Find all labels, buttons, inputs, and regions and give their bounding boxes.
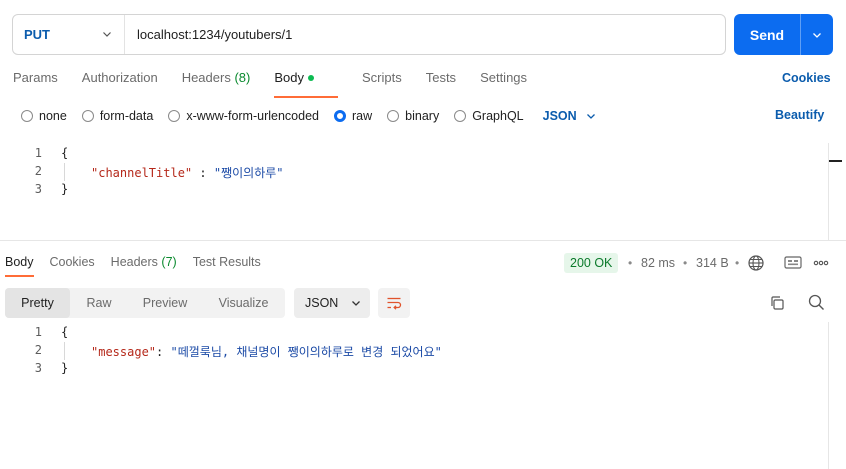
status-badge[interactable]: 200 OK	[564, 253, 619, 273]
radio-binary-label: binary	[405, 109, 440, 123]
response-format-label: JSON	[305, 296, 339, 310]
send-options-button[interactable]	[801, 14, 833, 55]
view-visualize[interactable]: Visualize	[202, 288, 285, 318]
line-number: 1	[34, 325, 42, 339]
radio-circle-selected	[334, 110, 346, 122]
json-key: "message"	[91, 345, 157, 359]
indent-guide	[64, 163, 65, 181]
search-icon[interactable]	[808, 294, 825, 311]
body-format-select[interactable]: JSON	[543, 109, 596, 123]
line-number: 3	[34, 361, 42, 375]
radio-urlencoded-label: x-www-form-urlencoded	[186, 109, 319, 123]
code-open-brace: {	[61, 146, 69, 160]
tab-params[interactable]: Params	[13, 70, 58, 92]
radio-circle	[168, 110, 181, 122]
json-value: "떼껄룩님, 채널명이 쨍이의하루로 변경 되었어요"	[170, 345, 442, 359]
code-line-2: "message": "떼껄룩님, 채널명이 쨍이의하루로 변경 되었어요"	[91, 343, 442, 360]
headers-count: (8)	[234, 70, 251, 85]
radio-binary[interactable]: binary	[387, 109, 439, 123]
pane-divider[interactable]	[0, 240, 846, 241]
tab-body-label: Body	[274, 70, 304, 85]
meta-separator: •	[683, 256, 688, 270]
wrap-lines-icon	[387, 297, 402, 310]
request-tabs: Params Authorization Headers (8) Body Sc…	[13, 70, 551, 98]
send-button[interactable]: Send	[734, 14, 833, 55]
radio-urlencoded[interactable]: x-www-form-urlencoded	[168, 109, 319, 123]
response-tab-cookies[interactable]: Cookies	[50, 255, 95, 269]
line-number: 2	[34, 164, 42, 178]
beautify-button[interactable]: Beautify	[775, 108, 824, 122]
radio-none-label: none	[39, 109, 67, 123]
more-options-icon[interactable]	[813, 258, 829, 268]
chevron-down-icon	[813, 32, 821, 38]
scrollbar-marker	[829, 160, 842, 162]
editor-scrollbar-track[interactable]	[828, 143, 829, 240]
body-type-selector: none form-data x-www-form-urlencoded raw…	[21, 107, 596, 125]
radio-none[interactable]: none	[21, 109, 67, 123]
tab-tests[interactable]: Tests	[426, 70, 456, 92]
json-key: "channelTitle"	[91, 166, 193, 180]
response-tab-test-results[interactable]: Test Results	[193, 255, 261, 269]
indent-guide	[64, 342, 65, 360]
response-body-viewer[interactable]: 1 2 3 { "message": "떼껄룩님, 채널명이 쨍이의하루로 변경…	[0, 322, 828, 469]
json-colon: :	[156, 345, 171, 359]
json-value: "쨍이의하루"	[213, 166, 284, 180]
response-size[interactable]: 314 B	[696, 256, 729, 270]
cookies-link[interactable]: Cookies	[782, 71, 831, 85]
radio-graphql[interactable]: GraphQL	[454, 109, 524, 123]
view-preview[interactable]: Preview	[128, 288, 202, 318]
tab-headers-label: Headers	[181, 70, 231, 85]
response-tabs: Body Cookies Headers (7) Test Results	[5, 255, 277, 277]
tab-headers[interactable]: Headers (8)	[182, 70, 251, 92]
tab-scripts[interactable]: Scripts	[362, 70, 402, 92]
response-tab-body[interactable]: Body	[5, 255, 34, 277]
json-colon: :	[192, 166, 214, 180]
request-bar: PUT localhost:1234/youtubers/1	[12, 14, 726, 55]
radio-form-data-label: form-data	[99, 109, 154, 123]
code-line-2: "channelTitle" : "쨍이의하루"	[91, 164, 284, 181]
tab-authorization[interactable]: Authorization	[82, 70, 158, 92]
wrap-lines-button[interactable]	[378, 288, 410, 318]
meta-separator: •	[735, 256, 740, 270]
view-raw[interactable]: Raw	[70, 288, 128, 318]
body-format-label: JSON	[542, 109, 577, 123]
code-close-brace: }	[61, 182, 69, 196]
response-scrollbar-track[interactable]	[828, 322, 829, 469]
view-pretty[interactable]: Pretty	[5, 288, 70, 318]
globe-icon[interactable]	[747, 254, 765, 272]
method-label: PUT	[24, 27, 50, 42]
copy-icon[interactable]	[769, 295, 785, 311]
radio-circle	[81, 110, 94, 122]
body-indicator-dot	[307, 74, 314, 81]
chevron-down-icon	[586, 114, 595, 119]
response-tab-headers-label: Headers	[110, 255, 158, 269]
chevron-down-icon	[352, 301, 361, 306]
response-tab-headers[interactable]: Headers (7)	[111, 255, 177, 269]
save-response-icon[interactable]	[783, 255, 803, 271]
radio-raw-label: raw	[352, 109, 373, 123]
radio-circle	[387, 110, 400, 122]
meta-separator: •	[628, 256, 633, 270]
line-number: 3	[34, 182, 42, 196]
line-number: 2	[34, 343, 42, 357]
radio-graphql-label: GraphQL	[472, 109, 524, 123]
request-body-editor[interactable]: 1 2 3 { "channelTitle" : "쨍이의하루" }	[0, 143, 828, 240]
code-close-brace: }	[61, 361, 69, 375]
tab-settings[interactable]: Settings	[480, 70, 527, 92]
radio-circle	[21, 110, 33, 122]
radio-form-data[interactable]: form-data	[81, 109, 154, 123]
response-format-select[interactable]: JSON	[294, 288, 370, 318]
response-time[interactable]: 82 ms	[641, 256, 675, 270]
response-headers-count: (7)	[161, 255, 177, 269]
code-open-brace: {	[61, 325, 69, 339]
radio-raw[interactable]: raw	[334, 109, 372, 123]
url-input[interactable]: localhost:1234/youtubers/1	[125, 27, 292, 42]
line-number: 1	[34, 146, 42, 160]
radio-circle	[454, 110, 467, 122]
tab-body[interactable]: Body	[274, 70, 338, 98]
response-view-switcher: Pretty Raw Preview Visualize	[5, 288, 285, 318]
chevron-down-icon	[103, 32, 111, 37]
method-select[interactable]: PUT	[13, 15, 125, 54]
send-label: Send	[749, 26, 785, 43]
